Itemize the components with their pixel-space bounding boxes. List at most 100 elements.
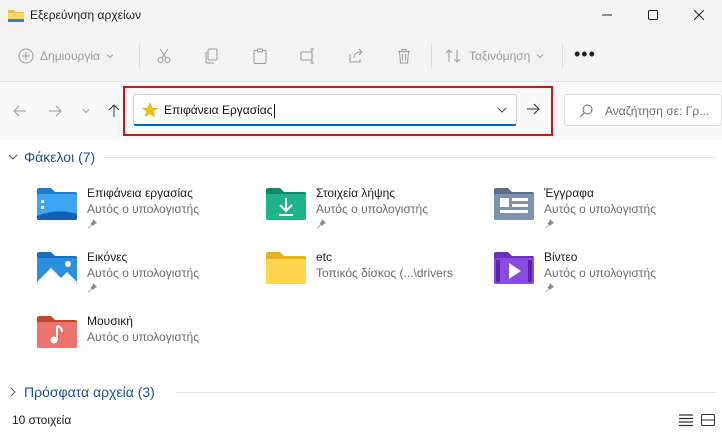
title-bar: Εξερεύνηση αρχείων [0, 0, 722, 30]
pin-icon [88, 283, 97, 293]
documents-folder-icon [494, 188, 534, 220]
minimize-button[interactable] [584, 0, 630, 30]
pin-icon [317, 219, 326, 229]
folder-location: Αυτός ο υπολογιστής [87, 266, 199, 280]
folder-name: etc [316, 250, 333, 264]
address-text: Επιφάνεια Εργασίας [164, 103, 273, 117]
folder-tile-downloads[interactable]: Στοιχεία λήψης Αυτός ο υπολογιστής [264, 184, 484, 244]
folder-name: Βίντεο [544, 250, 578, 264]
back-button[interactable] [9, 100, 31, 122]
star-icon [142, 102, 158, 118]
add-icon [18, 48, 34, 64]
section-divider [104, 157, 716, 158]
chevron-down-icon [8, 154, 18, 160]
folder-location: Αυτός ο υπολογιστής [87, 202, 199, 216]
folder-icon [266, 252, 306, 284]
cut-button[interactable] [156, 44, 172, 68]
chevron-down-icon[interactable] [496, 104, 508, 116]
recent-files-section-header[interactable]: Πρόσφατα αρχεία (3) [8, 384, 155, 400]
arrow-up-icon [108, 104, 120, 117]
toolbar-separator [431, 44, 432, 68]
folder-name: Στοιχεία λήψης [316, 186, 396, 200]
folder-tile-etc[interactable]: etc Τοπικός δίσκος (...\drivers [264, 248, 484, 308]
folder-tile-videos[interactable]: Βίντεο Αυτός ο υπολογιστής [492, 248, 712, 308]
recent-files-section-title: Πρόσφατα αρχεία (3) [24, 384, 155, 400]
pin-icon [88, 219, 97, 229]
file-explorer-icon [8, 10, 24, 22]
chevron-right-icon [10, 387, 16, 397]
folder-name: Εικόνες [87, 250, 128, 264]
pin-icon [545, 219, 554, 229]
scissors-icon [157, 48, 171, 63]
share-icon [349, 48, 363, 63]
search-placeholder: Αναζήτηση σε: Γρ... [605, 104, 710, 118]
go-button[interactable] [521, 96, 545, 122]
maximize-icon [648, 10, 658, 20]
arrow-left-icon [13, 105, 26, 117]
chevron-down-icon [106, 54, 114, 59]
new-button-label: Δημιουργία [40, 49, 100, 63]
tiles-view-icon[interactable] [700, 413, 716, 427]
arrow-right-icon [527, 103, 540, 115]
new-button[interactable]: Δημιουργία [18, 44, 114, 68]
folder-location: Τοπικός δίσκος (...\drivers [316, 266, 453, 280]
section-divider [176, 392, 716, 393]
desktop-folder-icon [37, 188, 77, 220]
search-icon [579, 104, 593, 118]
status-bar: 10 στοιχεία [0, 408, 722, 432]
folder-tile-pictures[interactable]: Εικόνες Αυτός ο υπολογιστής [35, 248, 255, 308]
sort-button[interactable]: Ταξινόμηση [445, 44, 544, 68]
minimize-icon [602, 14, 612, 16]
folder-tile-music[interactable]: Μουσική Αυτός ο υπολογιστής [35, 312, 255, 372]
music-folder-icon [37, 316, 77, 348]
folders-section-title: Φάκελοι (7) [24, 149, 96, 165]
address-bar[interactable]: Επιφάνεια Εργασίας [133, 94, 517, 126]
clipboard-icon [253, 48, 267, 64]
maximize-button[interactable] [630, 0, 676, 30]
rename-icon [300, 48, 314, 64]
trash-icon [398, 49, 410, 64]
sort-button-label: Ταξινόμηση [469, 49, 531, 63]
content-pane: Φάκελοι (7) Επιφάνεια εργασίας Αυτός ο υ… [0, 140, 722, 408]
copy-button[interactable] [204, 44, 220, 68]
folder-location: Αυτός ο υπολογιστής [544, 266, 656, 280]
copy-icon [205, 48, 218, 64]
address-input-value: Επιφάνεια Εργασίας [164, 103, 275, 118]
close-button[interactable] [676, 0, 722, 30]
window-title: Εξερεύνηση αρχείων [30, 8, 141, 22]
toolbar-separator [562, 44, 563, 68]
text-caret [273, 103, 275, 118]
folder-name: Έγγραφα [544, 186, 594, 200]
folder-tile-documents[interactable]: Έγγραφα Αυτός ο υπολογιστής [492, 184, 712, 244]
arrow-right-icon [49, 105, 62, 117]
navigation-bar: Επιφάνεια Εργασίας Αναζήτηση σε: Γρ... [0, 82, 722, 140]
paste-button[interactable] [252, 44, 268, 68]
chevron-down-icon [82, 109, 90, 114]
details-view-icon[interactable] [678, 413, 694, 427]
share-button[interactable] [348, 44, 364, 68]
search-box[interactable]: Αναζήτηση σε: Γρ... [564, 94, 722, 126]
rename-button[interactable] [300, 44, 316, 68]
folder-location: Αυτός ο υπολογιστής [316, 202, 428, 216]
forward-button[interactable] [44, 100, 66, 122]
recent-locations-button[interactable] [75, 100, 97, 122]
pictures-folder-icon [37, 252, 77, 284]
folder-name: Μουσική [87, 314, 133, 328]
close-icon [694, 10, 704, 20]
more-options-button[interactable]: ••• [574, 42, 596, 66]
chevron-down-icon [536, 54, 544, 59]
pin-icon [545, 283, 554, 293]
folder-name: Επιφάνεια εργασίας [87, 186, 193, 200]
up-button[interactable] [103, 100, 125, 122]
sort-icon [445, 49, 461, 63]
toolbar-separator [139, 44, 140, 68]
downloads-folder-icon [266, 188, 306, 220]
folder-location: Αυτός ο υπολογιστής [544, 202, 656, 216]
videos-folder-icon [494, 252, 534, 284]
folder-location: Αυτός ο υπολογιστής [87, 330, 199, 344]
command-bar: Δημιουργία Ταξινόμηση ••• [0, 30, 722, 82]
item-count: 10 στοιχεία [12, 413, 72, 427]
delete-button[interactable] [396, 44, 412, 68]
folder-tile-desktop[interactable]: Επιφάνεια εργασίας Αυτός ο υπολογιστής [35, 184, 255, 244]
folders-section-header[interactable]: Φάκελοι (7) [8, 149, 95, 165]
